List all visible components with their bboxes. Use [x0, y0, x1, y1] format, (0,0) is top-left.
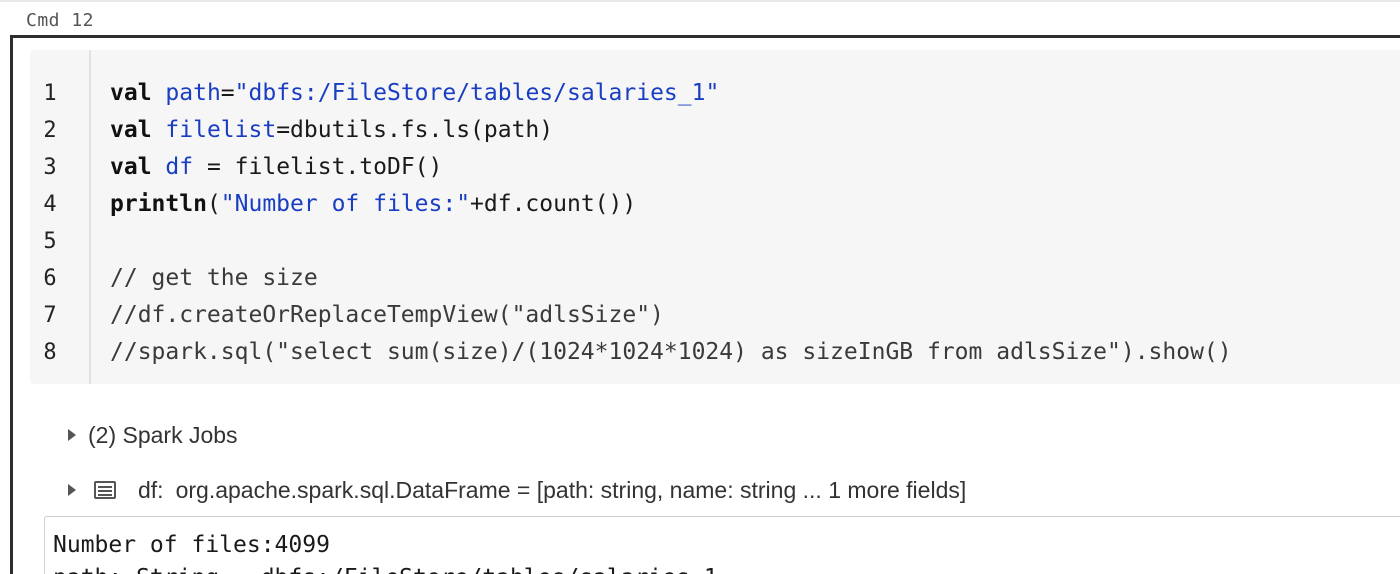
code-text[interactable]: val df = filelist.toDF() [110, 149, 442, 186]
code-rest: =dbutils.fs.ls(path) [276, 117, 554, 143]
triangle-right-icon[interactable] [68, 429, 76, 441]
dataframe-name: df: [138, 476, 164, 503]
identifier: path [165, 80, 221, 106]
code-line[interactable]: 5 [0, 223, 1400, 260]
keyword: val [110, 117, 152, 143]
code-line[interactable]: 3 val df = filelist.toDF() [0, 149, 1400, 186]
keyword: val [110, 154, 152, 180]
line-number: 8 [43, 340, 57, 365]
code-line[interactable]: 8 //spark.sql("select sum(size)/(1024*10… [0, 334, 1400, 371]
identifier: filelist [165, 117, 277, 143]
output-line: Number of files:4099 [53, 532, 330, 558]
table-icon [94, 481, 116, 499]
code-line[interactable]: 4 println("Number of files:"+df.count()) [0, 186, 1400, 223]
line-number: 2 [43, 118, 57, 143]
code-line[interactable]: 6 // get the size [0, 260, 1400, 297]
code-text[interactable]: val path="dbfs:/FileStore/tables/salarie… [110, 75, 719, 112]
keyword: val [110, 80, 152, 106]
code-line[interactable]: 1 val path="dbfs:/FileStore/tables/salar… [0, 75, 1400, 112]
dataframe-schema-toggle[interactable]: df: org.apache.spark.sql.DataFrame = [pa… [68, 475, 966, 505]
dataframe-schema: org.apache.spark.sql.DataFrame = [path: … [175, 476, 967, 503]
code-line[interactable]: 7 //df.createOrReplaceTempView("adlsSize… [0, 297, 1400, 334]
line-number: 4 [43, 192, 57, 217]
triangle-right-icon[interactable] [68, 484, 76, 496]
code-text[interactable]: println("Number of files:"+df.count()) [110, 186, 636, 223]
line-number: 6 [43, 266, 57, 291]
code-rest: = [220, 80, 235, 106]
keyword: println [110, 191, 207, 217]
code-comment[interactable]: // get the size [110, 260, 318, 297]
line-number: 1 [43, 81, 57, 106]
line-number: 5 [43, 229, 57, 254]
code-tail: +df.count()) [470, 191, 637, 217]
cell-command-label: Cmd 12 [26, 10, 95, 31]
string-literal: "Number of files:" [220, 191, 471, 217]
spark-jobs-label[interactable]: (2) Spark Jobs [88, 422, 238, 449]
code-comment[interactable]: //spark.sql("select sum(size)/(1024*1024… [110, 334, 1232, 371]
code-comment[interactable]: //df.createOrReplaceTempView("adlsSize") [110, 297, 664, 334]
line-number: 7 [43, 303, 57, 328]
code-text[interactable]: val filelist=dbutils.fs.ls(path) [110, 112, 553, 149]
spark-jobs-toggle[interactable]: (2) Spark Jobs [68, 420, 238, 450]
code-line[interactable]: 2 val filelist=dbutils.fs.ls(path) [0, 112, 1400, 149]
top-divider [0, 0, 1400, 2]
string-literal: "dbfs:/FileStore/tables/salaries_1" [234, 80, 720, 106]
line-number: 3 [43, 155, 57, 180]
identifier: df [165, 154, 194, 180]
code-rest: = filelist.toDF() [193, 154, 443, 180]
output-line: path: String = dbfs:/FileStore/tables/sa… [53, 563, 718, 574]
code-rest: ( [206, 191, 221, 217]
